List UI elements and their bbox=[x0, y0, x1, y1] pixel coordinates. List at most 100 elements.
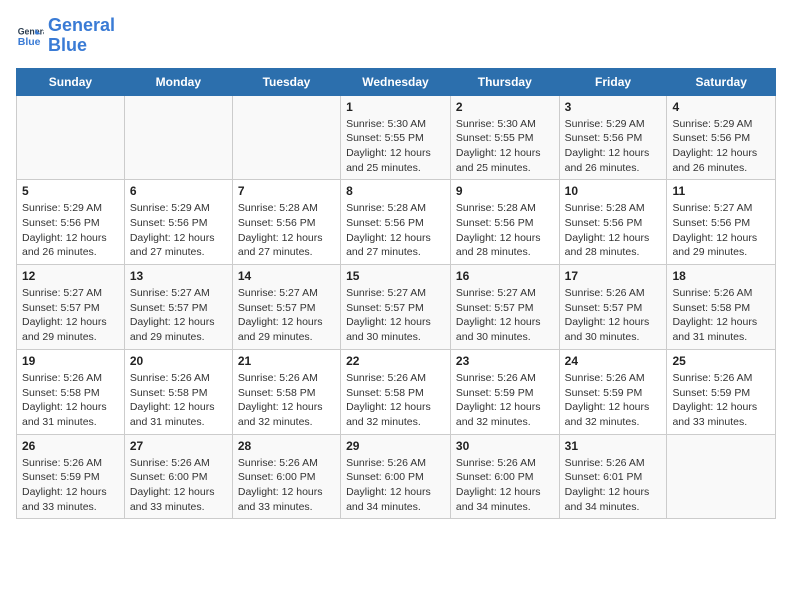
logo-icon: General Blue bbox=[16, 22, 44, 50]
calendar-cell: 28 Sunrise: 5:26 AM Sunset: 6:00 PM Dayli… bbox=[232, 434, 340, 519]
svg-text:Blue: Blue bbox=[18, 36, 41, 48]
day-info: Sunrise: 5:26 AM Sunset: 6:00 PM Dayligh… bbox=[130, 456, 227, 515]
day-number: 11 bbox=[672, 184, 770, 198]
day-number: 6 bbox=[130, 184, 227, 198]
day-number: 2 bbox=[456, 100, 554, 114]
day-number: 7 bbox=[238, 184, 335, 198]
day-info: Sunrise: 5:26 AM Sunset: 5:58 PM Dayligh… bbox=[672, 286, 770, 345]
calendar-cell: 5Sunrise: 5:29 AM Sunset: 5:56 PM Daylig… bbox=[17, 180, 125, 265]
day-info: Sunrise: 5:27 AM Sunset: 5:57 PM Dayligh… bbox=[130, 286, 227, 345]
day-info: Sunrise: 5:26 AM Sunset: 5:59 PM Dayligh… bbox=[456, 371, 554, 430]
day-header-saturday: Saturday bbox=[667, 68, 776, 95]
calendar-cell: 18 Sunrise: 5:26 AM Sunset: 5:58 PM Dayli… bbox=[667, 265, 776, 350]
day-info: Sunrise: 5:26 AM Sunset: 6:00 PM Dayligh… bbox=[346, 456, 445, 515]
day-header-sunday: Sunday bbox=[17, 68, 125, 95]
day-info: Sunrise: 5:29 AM Sunset: 5:56 PM Dayligh… bbox=[672, 117, 770, 176]
calendar-cell: 30 Sunrise: 5:26 AM Sunset: 6:00 PM Dayli… bbox=[450, 434, 559, 519]
day-info: Sunrise: 5:26 AM Sunset: 6:01 PM Dayligh… bbox=[565, 456, 662, 515]
calendar-cell: 1 Sunrise: 5:30 AM Sunset: 5:55 PM Daylig… bbox=[341, 95, 451, 180]
day-number: 31 bbox=[565, 439, 662, 453]
calendar-cell bbox=[124, 95, 232, 180]
svg-text:General: General bbox=[18, 26, 44, 36]
day-info: Sunrise: 5:30 AM Sunset: 5:55 PM Dayligh… bbox=[346, 117, 445, 176]
calendar-cell: 7 Sunrise: 5:28 AM Sunset: 5:56 PM Daylig… bbox=[232, 180, 340, 265]
calendar-cell: 21Sunrise: 5:26 AM Sunset: 5:58 PM Dayli… bbox=[232, 349, 340, 434]
calendar-cell: 31 Sunrise: 5:26 AM Sunset: 6:01 PM Dayli… bbox=[559, 434, 667, 519]
calendar-table: SundayMondayTuesdayWednesdayThursdayFrid… bbox=[16, 68, 776, 520]
day-number: 1 bbox=[346, 100, 445, 114]
day-header-friday: Friday bbox=[559, 68, 667, 95]
day-info: Sunrise: 5:27 AM Sunset: 5:57 PM Dayligh… bbox=[346, 286, 445, 345]
calendar-cell: 8 Sunrise: 5:28 AM Sunset: 5:56 PM Daylig… bbox=[341, 180, 451, 265]
calendar-cell: 14 Sunrise: 5:27 AM Sunset: 5:57 PM Dayli… bbox=[232, 265, 340, 350]
day-info: Sunrise: 5:29 AM Sunset: 5:56 PM Dayligh… bbox=[130, 201, 227, 260]
day-header-monday: Monday bbox=[124, 68, 232, 95]
day-number: 15 bbox=[346, 269, 445, 283]
day-number: 26 bbox=[22, 439, 119, 453]
calendar-header: SundayMondayTuesdayWednesdayThursdayFrid… bbox=[17, 68, 776, 95]
day-number: 8 bbox=[346, 184, 445, 198]
calendar-cell: 22Sunrise: 5:26 AM Sunset: 5:58 PM Dayli… bbox=[341, 349, 451, 434]
day-number: 17 bbox=[565, 269, 662, 283]
day-info: Sunrise: 5:26 AM Sunset: 5:59 PM Dayligh… bbox=[565, 371, 662, 430]
calendar-cell: 12 Sunrise: 5:27 AM Sunset: 5:57 PM Dayli… bbox=[17, 265, 125, 350]
calendar-week-4: 19Sunrise: 5:26 AM Sunset: 5:58 PM Dayli… bbox=[17, 349, 776, 434]
day-info: Sunrise: 5:26 AM Sunset: 5:58 PM Dayligh… bbox=[130, 371, 227, 430]
page-header: General Blue GeneralBlue bbox=[16, 16, 776, 56]
calendar-week-1: 1 Sunrise: 5:30 AM Sunset: 5:55 PM Daylig… bbox=[17, 95, 776, 180]
calendar-cell: 29Sunrise: 5:26 AM Sunset: 6:00 PM Dayli… bbox=[341, 434, 451, 519]
day-number: 4 bbox=[672, 100, 770, 114]
day-number: 30 bbox=[456, 439, 554, 453]
day-info: Sunrise: 5:26 AM Sunset: 6:00 PM Dayligh… bbox=[238, 456, 335, 515]
logo-text: GeneralBlue bbox=[48, 16, 115, 56]
calendar-cell: 27 Sunrise: 5:26 AM Sunset: 6:00 PM Dayli… bbox=[124, 434, 232, 519]
day-info: Sunrise: 5:26 AM Sunset: 5:58 PM Dayligh… bbox=[238, 371, 335, 430]
calendar-cell: 23Sunrise: 5:26 AM Sunset: 5:59 PM Dayli… bbox=[450, 349, 559, 434]
day-number: 10 bbox=[565, 184, 662, 198]
day-number: 3 bbox=[565, 100, 662, 114]
day-number: 25 bbox=[672, 354, 770, 368]
day-info: Sunrise: 5:26 AM Sunset: 6:00 PM Dayligh… bbox=[456, 456, 554, 515]
day-number: 16 bbox=[456, 269, 554, 283]
calendar-cell: 10 Sunrise: 5:28 AM Sunset: 5:56 PM Dayli… bbox=[559, 180, 667, 265]
calendar-cell: 15 Sunrise: 5:27 AM Sunset: 5:57 PM Dayli… bbox=[341, 265, 451, 350]
day-info: Sunrise: 5:28 AM Sunset: 5:56 PM Dayligh… bbox=[346, 201, 445, 260]
calendar-week-5: 26 Sunrise: 5:26 AM Sunset: 5:59 PM Dayli… bbox=[17, 434, 776, 519]
day-number: 13 bbox=[130, 269, 227, 283]
calendar-cell: 9Sunrise: 5:28 AM Sunset: 5:56 PM Daylig… bbox=[450, 180, 559, 265]
calendar-cell bbox=[667, 434, 776, 519]
calendar-cell: 4 Sunrise: 5:29 AM Sunset: 5:56 PM Daylig… bbox=[667, 95, 776, 180]
calendar-cell: 17Sunrise: 5:26 AM Sunset: 5:57 PM Dayli… bbox=[559, 265, 667, 350]
day-number: 14 bbox=[238, 269, 335, 283]
day-info: Sunrise: 5:28 AM Sunset: 5:56 PM Dayligh… bbox=[565, 201, 662, 260]
calendar-cell: 11 Sunrise: 5:27 AM Sunset: 5:56 PM Dayli… bbox=[667, 180, 776, 265]
calendar-cell: 19Sunrise: 5:26 AM Sunset: 5:58 PM Dayli… bbox=[17, 349, 125, 434]
day-info: Sunrise: 5:28 AM Sunset: 5:56 PM Dayligh… bbox=[238, 201, 335, 260]
day-info: Sunrise: 5:29 AM Sunset: 5:56 PM Dayligh… bbox=[22, 201, 119, 260]
day-info: Sunrise: 5:28 AM Sunset: 5:56 PM Dayligh… bbox=[456, 201, 554, 260]
day-info: Sunrise: 5:30 AM Sunset: 5:55 PM Dayligh… bbox=[456, 117, 554, 176]
day-number: 18 bbox=[672, 269, 770, 283]
day-number: 27 bbox=[130, 439, 227, 453]
day-number: 28 bbox=[238, 439, 335, 453]
day-header-tuesday: Tuesday bbox=[232, 68, 340, 95]
day-info: Sunrise: 5:27 AM Sunset: 5:57 PM Dayligh… bbox=[456, 286, 554, 345]
calendar-cell: 25 Sunrise: 5:26 AM Sunset: 5:59 PM Dayli… bbox=[667, 349, 776, 434]
calendar-cell: 13 Sunrise: 5:27 AM Sunset: 5:57 PM Dayli… bbox=[124, 265, 232, 350]
calendar-week-2: 5Sunrise: 5:29 AM Sunset: 5:56 PM Daylig… bbox=[17, 180, 776, 265]
day-info: Sunrise: 5:26 AM Sunset: 5:59 PM Dayligh… bbox=[672, 371, 770, 430]
day-info: Sunrise: 5:27 AM Sunset: 5:57 PM Dayligh… bbox=[238, 286, 335, 345]
day-info: Sunrise: 5:26 AM Sunset: 5:58 PM Dayligh… bbox=[22, 371, 119, 430]
calendar-body: 1 Sunrise: 5:30 AM Sunset: 5:55 PM Daylig… bbox=[17, 95, 776, 519]
calendar-cell: 16 Sunrise: 5:27 AM Sunset: 5:57 PM Dayli… bbox=[450, 265, 559, 350]
day-info: Sunrise: 5:29 AM Sunset: 5:56 PM Dayligh… bbox=[565, 117, 662, 176]
day-number: 20 bbox=[130, 354, 227, 368]
day-header-wednesday: Wednesday bbox=[341, 68, 451, 95]
day-number: 12 bbox=[22, 269, 119, 283]
day-info: Sunrise: 5:26 AM Sunset: 5:59 PM Dayligh… bbox=[22, 456, 119, 515]
day-info: Sunrise: 5:27 AM Sunset: 5:56 PM Dayligh… bbox=[672, 201, 770, 260]
calendar-cell: 3 Sunrise: 5:29 AM Sunset: 5:56 PM Daylig… bbox=[559, 95, 667, 180]
calendar-cell: 2 Sunrise: 5:30 AM Sunset: 5:55 PM Daylig… bbox=[450, 95, 559, 180]
day-number: 24 bbox=[565, 354, 662, 368]
day-info: Sunrise: 5:27 AM Sunset: 5:57 PM Dayligh… bbox=[22, 286, 119, 345]
